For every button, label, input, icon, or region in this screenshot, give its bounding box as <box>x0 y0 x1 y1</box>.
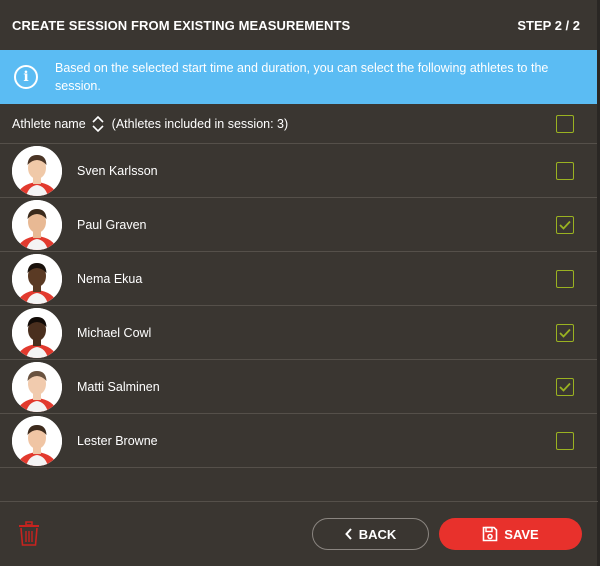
athlete-list: Sven Karlsson Paul Graven Nema Ekua Michael… <box>0 144 597 468</box>
athlete-row[interactable]: Paul Graven <box>0 198 597 252</box>
athlete-row[interactable]: Matti Salminen <box>0 360 597 414</box>
athlete-name-column-label: Athlete name <box>12 116 86 131</box>
athlete-avatar <box>12 307 62 358</box>
athletes-count-label: (Athletes included in session: 3) <box>111 116 289 131</box>
athlete-name: Michael Cowl <box>77 325 152 340</box>
back-button[interactable]: BACK <box>312 518 429 550</box>
dialog-footer: BACK SAVE <box>0 501 598 566</box>
athlete-avatar <box>12 145 62 196</box>
checkmark-icon <box>559 382 571 392</box>
athlete-avatar <box>12 361 62 412</box>
athlete-row[interactable]: Lester Browne <box>0 414 597 468</box>
info-icon: i <box>14 65 38 89</box>
athlete-name: Nema Ekua <box>77 271 143 286</box>
athlete-checkbox[interactable] <box>556 323 574 342</box>
checkmark-icon <box>559 220 571 230</box>
athlete-row[interactable]: Sven Karlsson <box>0 144 597 198</box>
save-button[interactable]: SAVE <box>439 518 582 550</box>
back-button-label: BACK <box>358 526 397 542</box>
athlete-checkbox[interactable] <box>556 161 574 180</box>
checkmark-icon <box>559 328 571 338</box>
athlete-row[interactable]: Nema Ekua <box>0 252 597 306</box>
athlete-name: Matti Salminen <box>77 379 160 394</box>
dialog-header: CREATE SESSION FROM EXISTING MEASUREMENT… <box>0 0 597 50</box>
step-indicator: STEP 2 / 2 <box>517 17 580 33</box>
create-session-dialog: CREATE SESSION FROM EXISTING MEASUREMENT… <box>0 0 598 566</box>
athlete-name: Lester Browne <box>77 433 158 448</box>
athlete-checkbox[interactable] <box>556 269 574 288</box>
athlete-avatar <box>12 199 62 250</box>
info-message: Based on the selected start time and dur… <box>55 61 549 93</box>
info-banner: i Based on the selected start time and d… <box>0 50 597 104</box>
save-button-label: SAVE <box>504 526 539 542</box>
athlete-row[interactable]: Michael Cowl <box>0 306 597 360</box>
athlete-checkbox[interactable] <box>556 377 574 396</box>
athlete-avatar <box>12 415 62 466</box>
athlete-list-header: Athlete name (Athletes included in sessi… <box>0 104 597 144</box>
athlete-checkbox[interactable] <box>556 431 574 450</box>
trash-icon[interactable] <box>18 521 42 547</box>
athlete-name: Sven Karlsson <box>77 163 158 178</box>
dialog-title: CREATE SESSION FROM EXISTING MEASUREMENT… <box>12 17 351 33</box>
chevron-left-icon <box>344 528 353 540</box>
save-disk-icon <box>482 526 498 542</box>
athlete-avatar <box>12 253 62 304</box>
athlete-checkbox[interactable] <box>556 215 574 234</box>
sort-icon[interactable] <box>92 115 104 132</box>
athlete-name: Paul Graven <box>77 217 147 232</box>
select-all-checkbox[interactable] <box>556 114 574 133</box>
